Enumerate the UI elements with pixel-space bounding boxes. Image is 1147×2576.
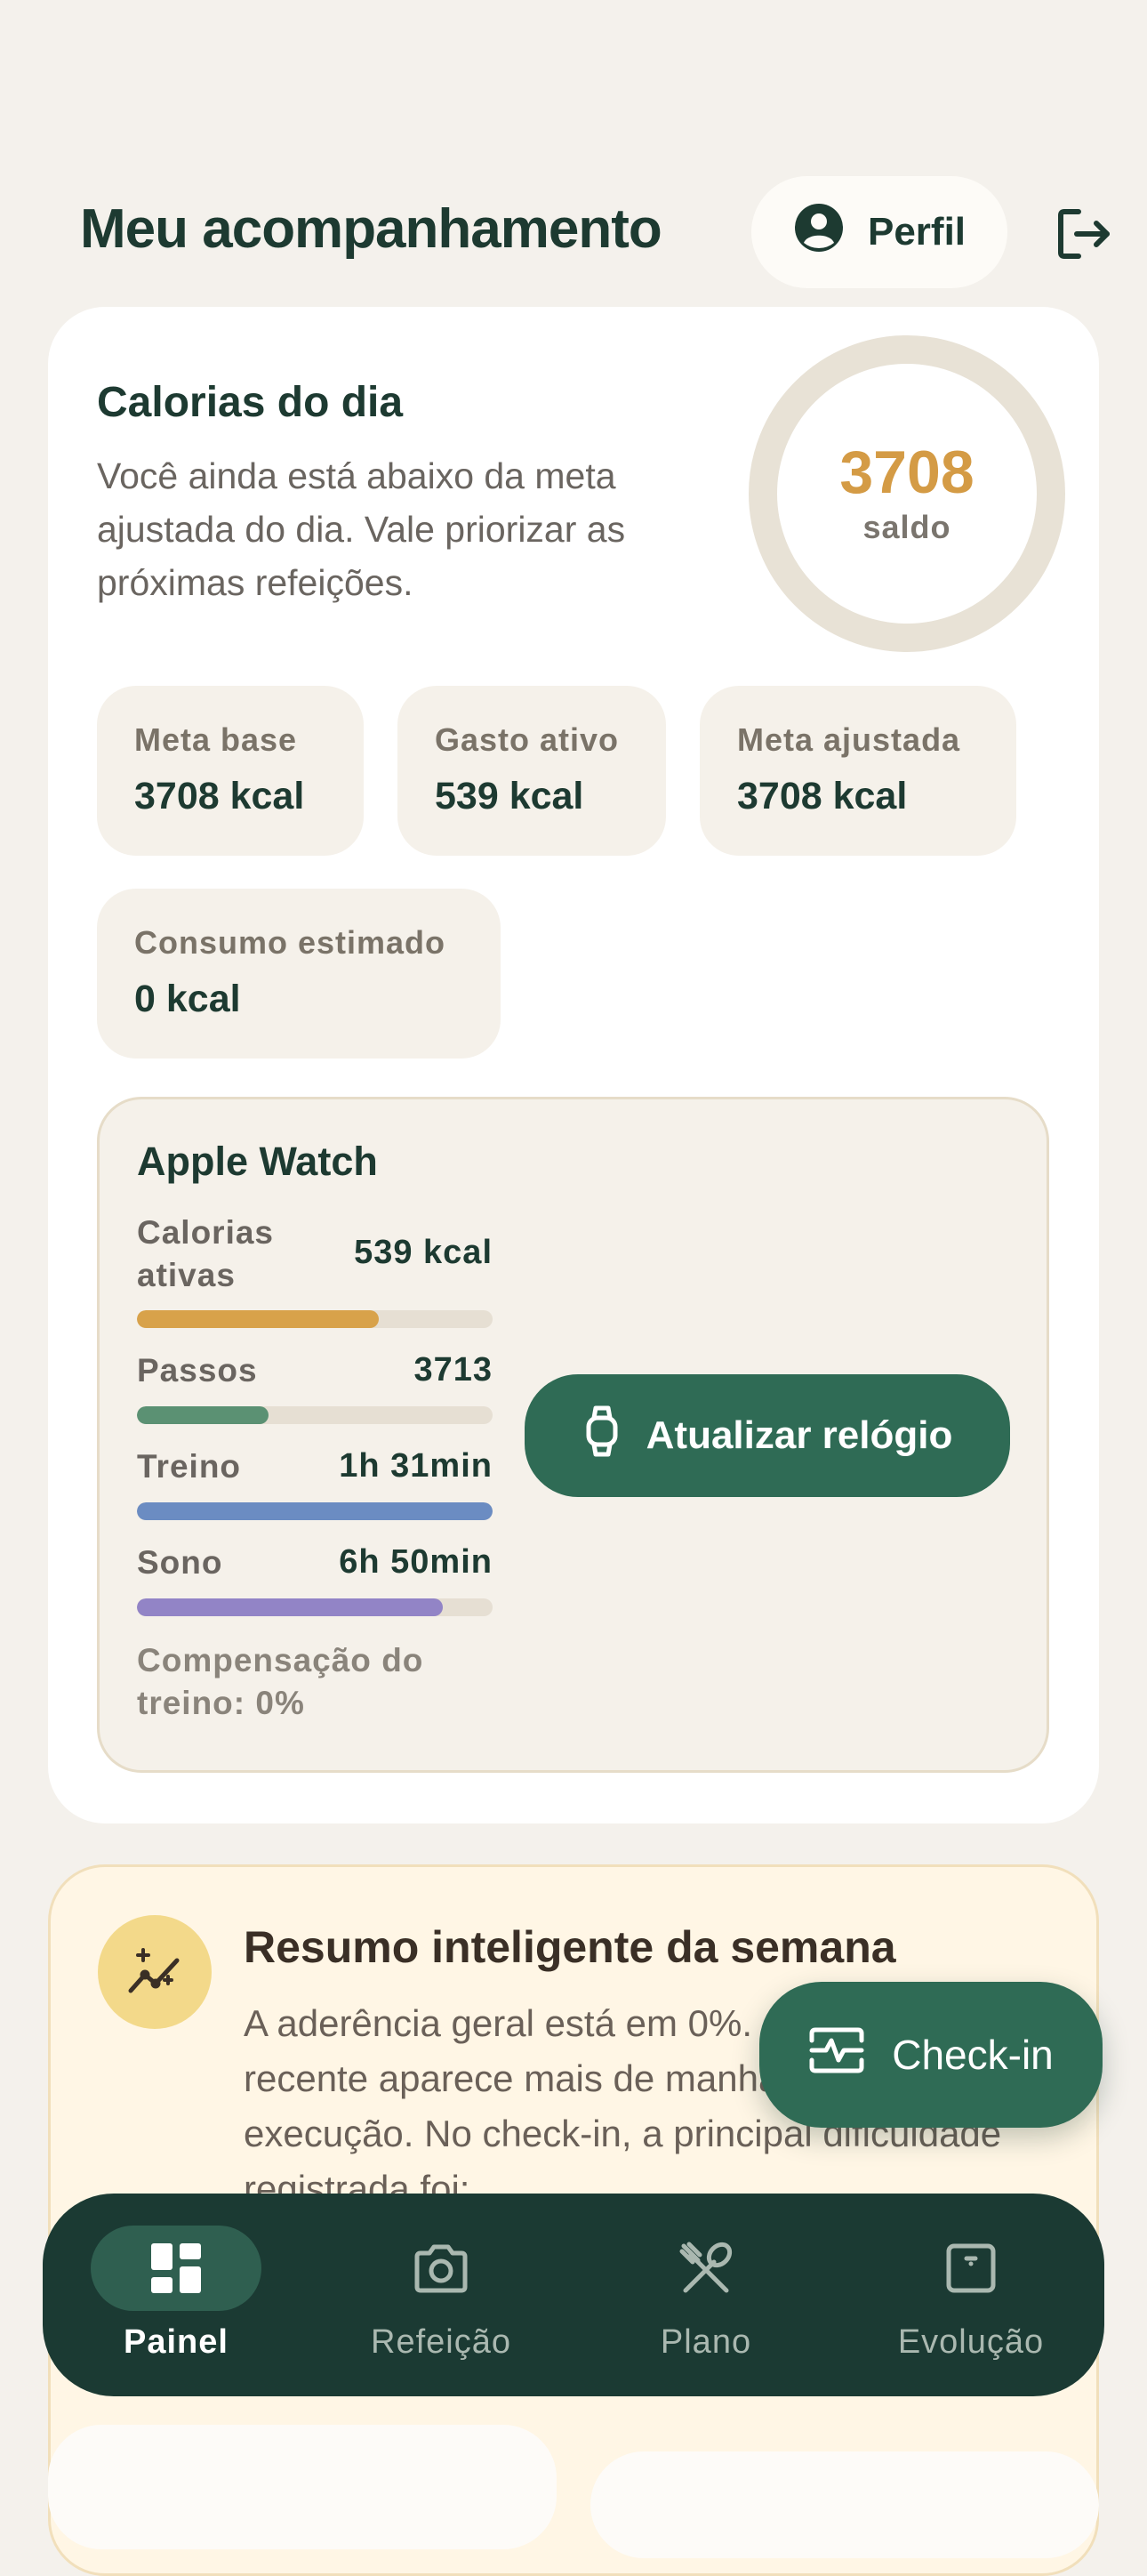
stat-consumo-estimado: Consumo estimado 0 kcal: [97, 889, 501, 1059]
profile-button[interactable]: Perfil: [751, 176, 1007, 288]
stat-label: Gasto ativo: [435, 721, 620, 758]
stat-label: Meta base: [134, 721, 298, 758]
stat-label: Meta ajustada: [737, 721, 961, 758]
summary-title: Resumo inteligente da semana: [244, 1922, 896, 1972]
stat-meta-base: Meta base 3708 kcal: [97, 686, 364, 856]
stat-gasto-ativo: Gasto ativo 539 kcal: [397, 686, 666, 856]
metric-value: 539 kcal: [354, 1234, 493, 1271]
metric-value: 1h 31min: [339, 1447, 493, 1485]
metric-label: Passos: [137, 1352, 258, 1389]
balance-value: 3708: [839, 439, 975, 506]
nav-label: Refeição: [371, 2323, 511, 2361]
metric-progress-track: [137, 1310, 493, 1328]
profile-label: Perfil: [867, 210, 967, 254]
sparkle-chart-icon: [98, 1915, 212, 2029]
metric-progress-fill: [137, 1406, 269, 1424]
metric-label: Treino: [137, 1448, 242, 1485]
checkin-label: Check-in: [892, 2032, 1054, 2078]
nav-item-plano[interactable]: Plano: [590, 2194, 822, 2396]
update-watch-button[interactable]: Atualizar relógio: [525, 1374, 1010, 1497]
metric-progress-fill: [137, 1310, 379, 1328]
checkin-button[interactable]: Check-in: [759, 1982, 1103, 2128]
update-watch-label: Atualizar relógio: [646, 1413, 953, 1457]
metric-progress-fill: [137, 1502, 493, 1520]
stat-value: 3708 kcal: [737, 775, 908, 817]
watch-icon: [582, 1405, 622, 1468]
metric-value: 3713: [413, 1351, 493, 1389]
watch-title: Apple Watch: [137, 1139, 378, 1184]
nav-label: Painel: [124, 2323, 229, 2361]
stat-label: Consumo estimado: [134, 924, 446, 961]
metric-label: Sono: [137, 1544, 223, 1581]
stat-value: 0 kcal: [134, 978, 241, 1020]
training-compensation: Compensação do treino: 0%: [137, 1642, 424, 1721]
calories-title: Calorias do dia: [97, 379, 404, 426]
nav-item-painel[interactable]: Painel: [60, 2194, 292, 2396]
stat-value: 539 kcal: [435, 775, 584, 817]
next-card: [48, 2425, 557, 2549]
metric-label: Calorias ativas: [137, 1214, 275, 1293]
stat-meta-ajustada: Meta ajustada 3708 kcal: [700, 686, 1016, 856]
metric-progress-track: [137, 1598, 493, 1616]
next-card: [590, 2451, 1099, 2558]
utensils-icon: [621, 2226, 791, 2311]
metric-progress-track: [137, 1502, 493, 1520]
activity-icon: [808, 2026, 865, 2084]
metric-progress-fill: [137, 1598, 443, 1616]
stat-value: 3708 kcal: [134, 775, 305, 817]
nav-label: Plano: [660, 2323, 752, 2361]
camera-icon: [356, 2226, 526, 2311]
dashboard-icon: [91, 2226, 261, 2311]
nav-item-evolucao[interactable]: Evolução: [855, 2194, 1087, 2396]
calories-description: Você ainda está abaixo da meta ajustada …: [97, 455, 626, 603]
scale-icon: [886, 2226, 1056, 2311]
nav-label: Evolução: [897, 2323, 1045, 2361]
metric-value: 6h 50min: [339, 1543, 493, 1581]
page-title: Meu acompanhamento: [80, 198, 662, 260]
balance-label: saldo: [862, 509, 951, 545]
user-icon: [793, 202, 845, 263]
nav-item-refeicao[interactable]: Refeição: [325, 2194, 557, 2396]
logout-icon[interactable]: [1052, 203, 1114, 265]
metric-progress-track: [137, 1406, 493, 1424]
